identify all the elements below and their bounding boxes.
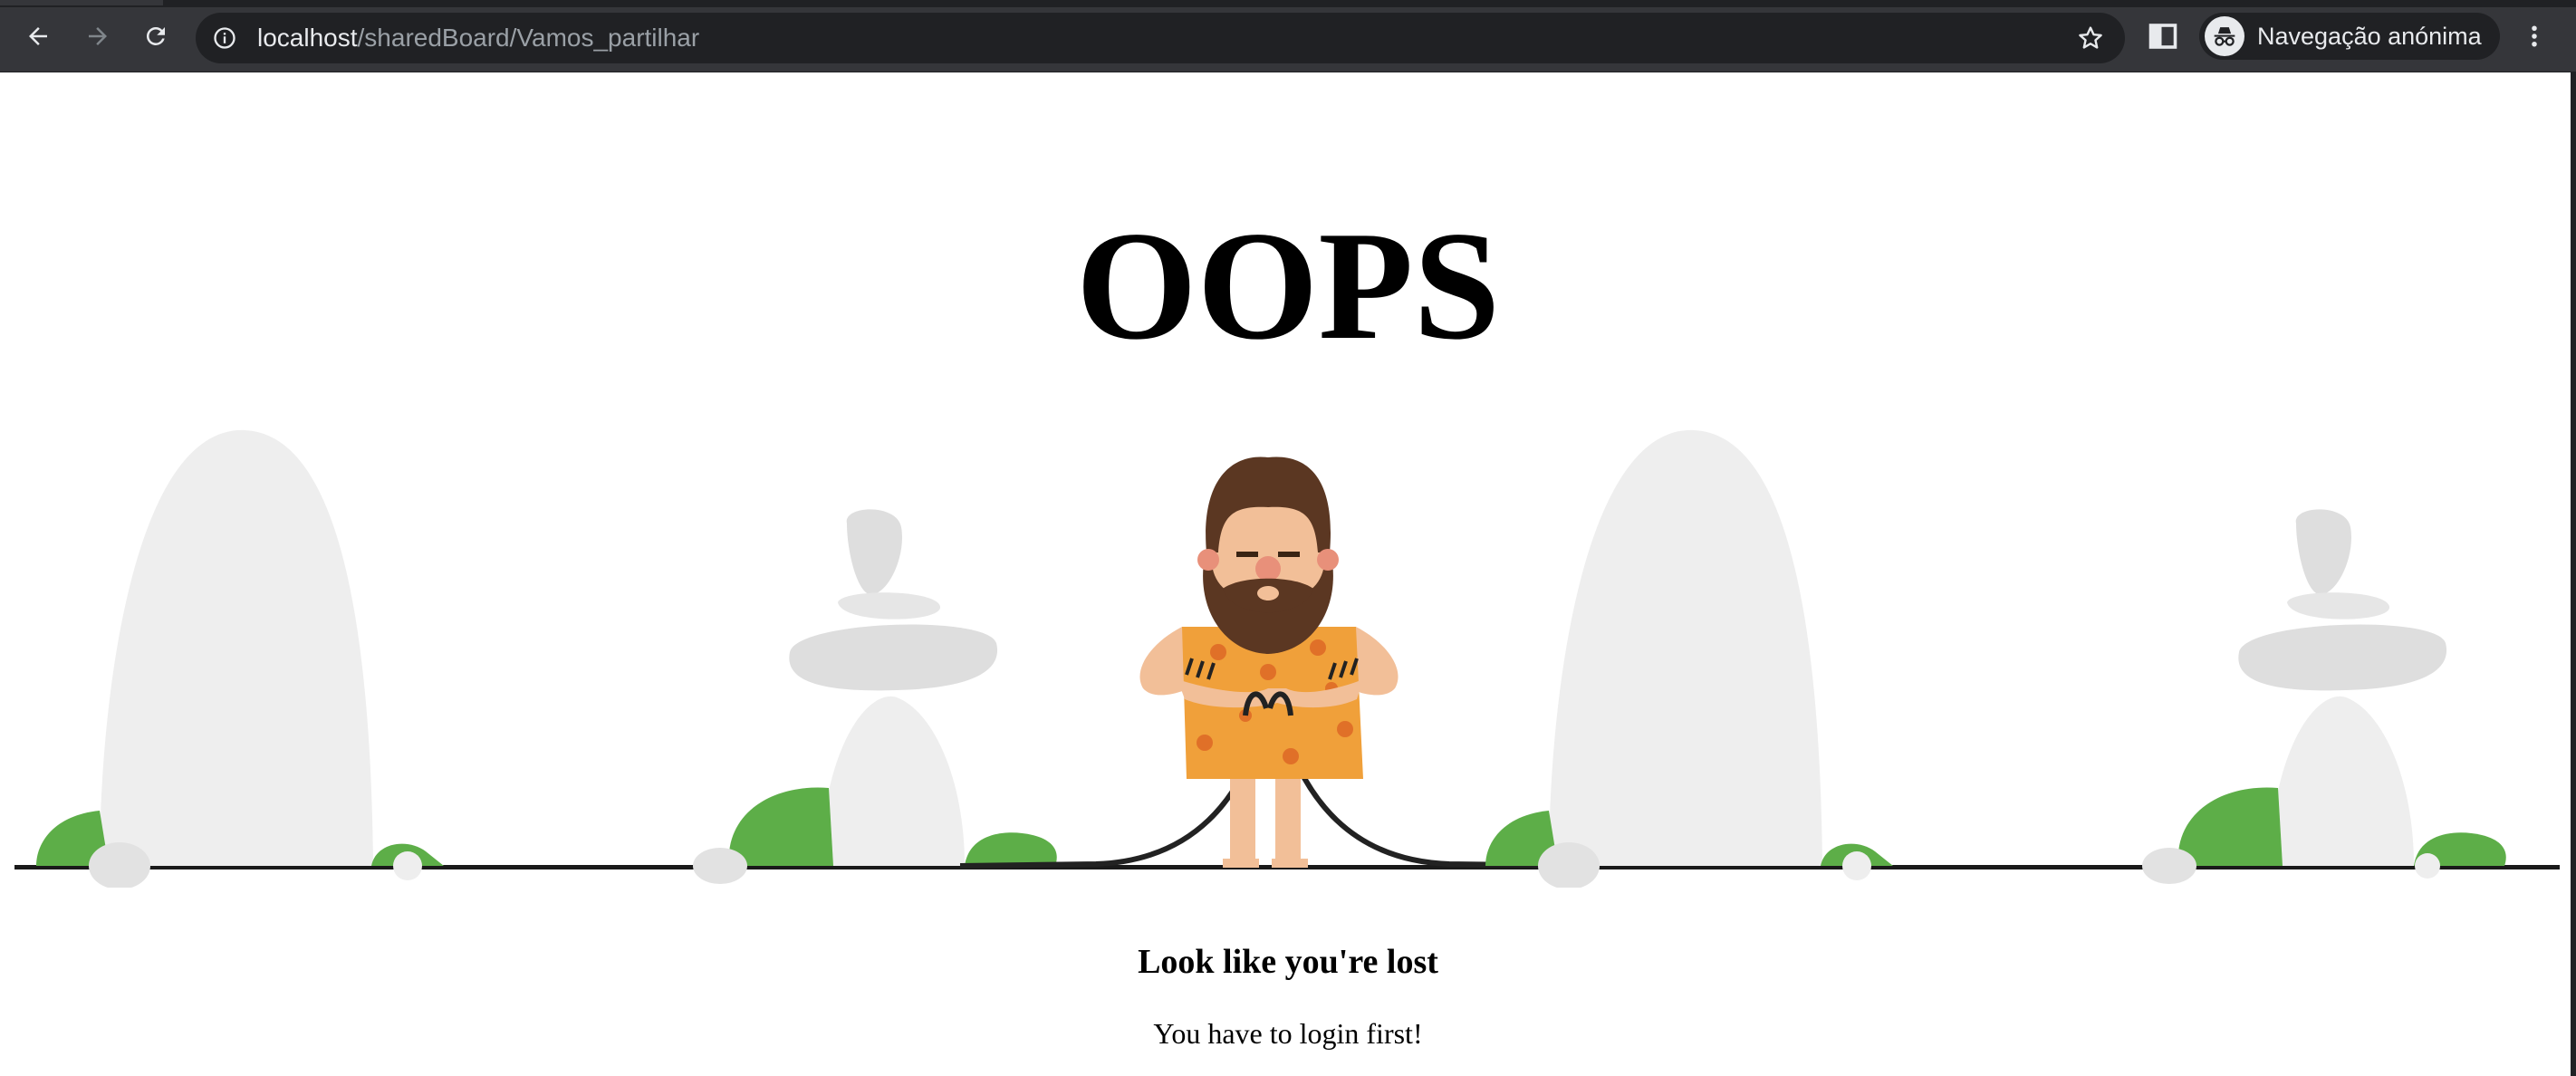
pebble	[2142, 848, 2196, 884]
address-bar[interactable]: localhost/sharedBoard/Vamos_partilhar	[196, 13, 2125, 63]
back-button[interactable]	[18, 16, 58, 56]
arrow-left-icon	[29, 27, 47, 45]
stone-stack	[789, 624, 998, 691]
pebble	[2415, 853, 2440, 879]
bush	[965, 832, 1057, 866]
pebble	[89, 842, 150, 888]
browser-toolbar: localhost/sharedBoard/Vamos_partilhar Na…	[0, 0, 2576, 72]
bush	[2177, 787, 2283, 866]
incognito-profile-chip[interactable]: Navegação anónima	[2199, 13, 2500, 60]
reload-button[interactable]	[136, 16, 176, 56]
pebble	[1842, 851, 1871, 880]
stone-stack	[2238, 624, 2447, 691]
tall-rock	[100, 429, 373, 866]
browser-menu-button[interactable]	[2516, 18, 2552, 54]
login-message: You have to login first!	[1153, 1017, 1423, 1050]
caveman	[1139, 456, 1399, 868]
tall-rock	[1549, 429, 1822, 866]
pebble	[1538, 842, 1600, 888]
page-heading: OOPS	[1075, 200, 1501, 372]
forward-button[interactable]	[78, 16, 118, 56]
pebble	[693, 848, 747, 884]
tab-strip	[0, 0, 2576, 7]
reload-icon	[146, 26, 165, 45]
stone-stack	[2287, 592, 2390, 620]
stone-stack	[2295, 509, 2351, 595]
stone-stack	[838, 592, 941, 620]
caveman-illustration	[14, 429, 2560, 888]
stone-stack	[846, 509, 902, 595]
lost-subheading: Look like you're lost	[1138, 943, 1438, 981]
profile-label: Navegação anónima	[2257, 23, 2482, 50]
pebble	[393, 851, 422, 880]
stone-stack	[820, 696, 965, 866]
incognito-icon	[2205, 16, 2244, 56]
kebab-menu-icon	[2532, 25, 2537, 47]
arrow-right-icon	[89, 27, 107, 45]
url-text[interactable]: localhost/sharedBoard/Vamos_partilhar	[257, 24, 699, 53]
url-host: localhost	[257, 24, 358, 52]
url-path: /sharedBoard/Vamos_partilhar	[357, 24, 700, 52]
info-icon[interactable]	[212, 25, 237, 51]
active-tab-edge[interactable]	[0, 0, 163, 5]
stone-stack	[2269, 696, 2414, 866]
bush	[728, 787, 833, 866]
side-panel-icon[interactable]	[2147, 20, 2179, 53]
star-icon[interactable]	[2076, 24, 2105, 53]
